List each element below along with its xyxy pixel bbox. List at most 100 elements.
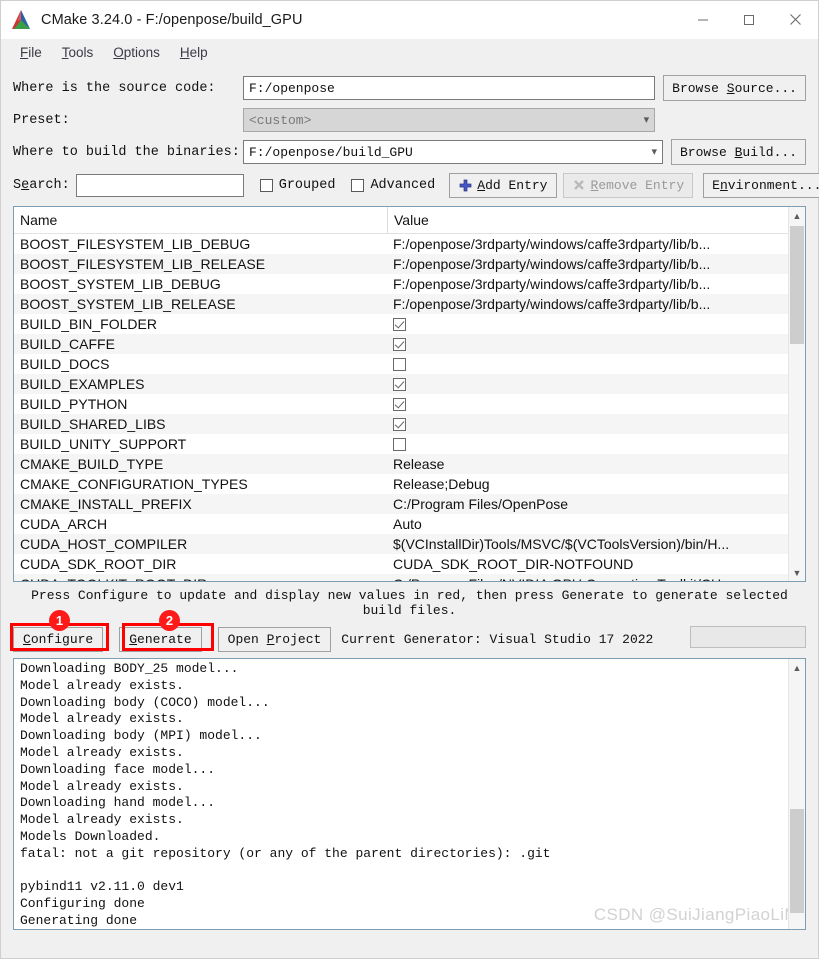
cache-entry-name: BUILD_EXAMPLES	[20, 376, 145, 392]
table-row[interactable]: BOOST_FILESYSTEM_LIB_DEBUG F:/openpose/3r…	[14, 234, 788, 254]
cache-entry-value[interactable]	[387, 337, 788, 351]
menu-tools[interactable]: Tools	[53, 43, 103, 62]
scroll-up-icon[interactable]: ▲	[789, 659, 805, 676]
cache-entry-value[interactable]	[387, 317, 788, 331]
cache-entry-checkbox[interactable]	[393, 437, 406, 451]
table-row[interactable]: CUDA_ARCH Auto	[14, 514, 788, 534]
log-scrollbar[interactable]: ▲	[788, 659, 805, 929]
output-log-panel: Downloading BODY_25 model... Model alread…	[13, 658, 806, 930]
table-row[interactable]: CMAKE_CONFIGURATION_TYPES Release;Debug	[14, 474, 788, 494]
log-line: Model already exists.	[20, 812, 184, 828]
cache-entry-name: CUDA_TOOLKIT_ROOT_DIR	[14, 576, 387, 581]
cache-entry-name: CMAKE_INSTALL_PREFIX	[20, 496, 192, 512]
log-line: Downloading hand model...	[20, 795, 216, 811]
source-label: Where is the source code:	[13, 80, 216, 96]
source-input[interactable]: F:/openpose	[243, 76, 656, 100]
search-row: Search: Grouped Advanced Add Entry Remov…	[13, 170, 819, 200]
cache-entry-checkbox[interactable]	[393, 337, 406, 351]
cache-entry-name: CUDA_SDK_ROOT_DIR	[20, 556, 177, 572]
menu-help[interactable]: Help	[171, 43, 217, 62]
table-row[interactable]: BOOST_SYSTEM_LIB_DEBUG F:/openpose/3rdpar…	[14, 274, 788, 294]
minimize-button[interactable]	[680, 1, 726, 39]
cache-entry-value[interactable]: Release;Debug	[387, 476, 788, 492]
cache-table-scrollbar[interactable]: ▲ ▼	[788, 207, 805, 581]
table-row[interactable]: CUDA_SDK_ROOT_DIR CUDA_SDK_ROOT_DIR-NOTFO…	[14, 554, 788, 574]
grouped-checkbox-box	[259, 178, 273, 192]
scroll-up-icon[interactable]: ▲	[789, 207, 805, 224]
cache-entry-value[interactable]: Release	[387, 456, 788, 472]
cache-entry-value[interactable]: CUDA_SDK_ROOT_DIR-NOTFOUND	[387, 556, 788, 572]
cache-entry-value[interactable]	[387, 357, 788, 371]
cache-entry-value[interactable]: F:/openpose/3rdparty/windows/caffe3rdpar…	[387, 296, 788, 312]
table-row[interactable]: CUDA_TOOLKIT_ROOT_DIRC:/Program Files/NV…	[14, 574, 788, 581]
cache-entry-checkbox[interactable]	[393, 317, 406, 331]
cache-entry-name: BOOST_SYSTEM_LIB_DEBUG	[20, 276, 221, 292]
table-row[interactable]: BUILD_EXAMPLES	[14, 374, 788, 394]
build-input[interactable]: F:/openpose/build_GPU ▾	[243, 140, 663, 164]
cache-entry-value[interactable]: C:/Program Files/NVIDIA GPU Computing To…	[387, 576, 788, 581]
maximize-button[interactable]	[726, 1, 772, 39]
table-row[interactable]: BUILD_UNITY_SUPPORT	[14, 434, 788, 454]
browse-build-button[interactable]: Browse Build...	[670, 139, 806, 165]
close-button[interactable]	[772, 1, 818, 39]
remove-x-icon	[572, 178, 586, 192]
cache-entry-value[interactable]	[387, 397, 788, 411]
cache-entry-value[interactable]: F:/openpose/3rdparty/windows/caffe3rdpar…	[387, 256, 788, 272]
table-row[interactable]: BUILD_DOCS	[14, 354, 788, 374]
table-row[interactable]: BUILD_CAFFE	[14, 334, 788, 354]
advanced-checkbox[interactable]: Advanced	[351, 178, 435, 193]
table-row[interactable]: CMAKE_INSTALL_PREFIX C:/Program Files/Ope…	[14, 494, 788, 514]
scrollbar-thumb[interactable]	[790, 226, 804, 344]
cmake-gui-window: CMake 3.24.0 - F:/openpose/build_GPU Fil…	[0, 0, 819, 959]
log-line: Model already exists.	[20, 744, 184, 760]
table-row[interactable]: BOOST_SYSTEM_LIB_RELEASE F:/openpose/3rdp…	[14, 294, 788, 314]
preset-row: Preset: <custom> ▾ Browse Source...	[13, 105, 806, 135]
preset-value: <custom>	[249, 112, 312, 128]
scroll-down-icon[interactable]: ▼	[789, 564, 805, 581]
column-header-value[interactable]: Value	[387, 207, 788, 233]
cache-entry-checkbox[interactable]	[393, 397, 406, 411]
cache-entry-value[interactable]: F:/openpose/3rdparty/windows/caffe3rdpar…	[387, 276, 788, 292]
generate-button[interactable]: Generate	[119, 626, 202, 652]
cache-entry-checkbox[interactable]	[393, 377, 406, 391]
log-line: Downloading face model...	[20, 761, 216, 777]
search-label: Search:	[13, 177, 70, 193]
cache-entry-value[interactable]: F:/openpose/3rdparty/windows/caffe3rdpar…	[387, 236, 788, 252]
table-row[interactable]: BUILD_SHARED_LIBS	[14, 414, 788, 434]
table-rows-container: BOOST_FILESYSTEM_LIB_DEBUG F:/openpose/3r…	[14, 234, 788, 581]
environment-button[interactable]: Environment...	[703, 172, 819, 198]
cache-entries-table: Name Value BOOST_FILESYSTEM_LIB_DEBUG F:/…	[13, 206, 806, 582]
table-row[interactable]: BUILD_PYTHON	[14, 394, 788, 414]
cache-entry-value[interactable]	[387, 417, 788, 431]
cache-entry-value[interactable]	[387, 437, 788, 451]
table-header: Name Value	[14, 207, 788, 234]
menu-options[interactable]: Options	[104, 43, 169, 62]
cache-entry-value[interactable]: Auto	[387, 516, 788, 532]
cache-entry-value[interactable]	[387, 377, 788, 391]
output-log-text[interactable]: Downloading BODY_25 model... Model alread…	[14, 659, 788, 929]
chevron-down-icon[interactable]: ▾	[645, 145, 657, 159]
title-bar: CMake 3.24.0 - F:/openpose/build_GPU	[1, 1, 818, 39]
menu-bar: File Tools Options Help	[1, 39, 818, 65]
scrollbar-thumb[interactable]	[790, 809, 804, 913]
cache-entry-name: BOOST_FILESYSTEM_LIB_DEBUG	[20, 236, 251, 252]
search-input[interactable]	[75, 173, 244, 197]
browse-source-button[interactable]: Browse Source...	[663, 75, 806, 101]
table-row[interactable]: BOOST_FILESYSTEM_LIB_RELEASE F:/openpose/…	[14, 254, 788, 274]
cache-entry-value[interactable]: C:/Program Files/OpenPose	[387, 496, 788, 512]
instruction-line-1: Press Configure to update and display ne…	[31, 588, 788, 603]
cache-entry-name: CMAKE_BUILD_TYPE	[20, 456, 164, 472]
add-entry-button[interactable]: Add Entry	[449, 172, 557, 198]
cache-entry-value[interactable]: $(VCInstallDir)Tools/MSVC/$(VCToolsVersi…	[387, 536, 788, 552]
cache-entry-checkbox[interactable]	[393, 417, 406, 431]
preset-select[interactable]: <custom> ▾	[243, 108, 656, 132]
table-row[interactable]: CUDA_HOST_COMPILER $(VCInstallDir)Tools/M…	[14, 534, 788, 554]
table-row[interactable]: CMAKE_BUILD_TYPE Release	[14, 454, 788, 474]
configure-button[interactable]: Configure	[13, 626, 104, 652]
grouped-checkbox[interactable]: Grouped	[259, 178, 335, 193]
table-row[interactable]: BUILD_BIN_FOLDER	[14, 314, 788, 334]
open-project-button[interactable]: Open Project	[217, 626, 332, 652]
cache-entry-checkbox[interactable]	[393, 357, 406, 371]
column-header-name[interactable]: Name	[14, 207, 387, 233]
menu-file[interactable]: File	[11, 43, 51, 62]
